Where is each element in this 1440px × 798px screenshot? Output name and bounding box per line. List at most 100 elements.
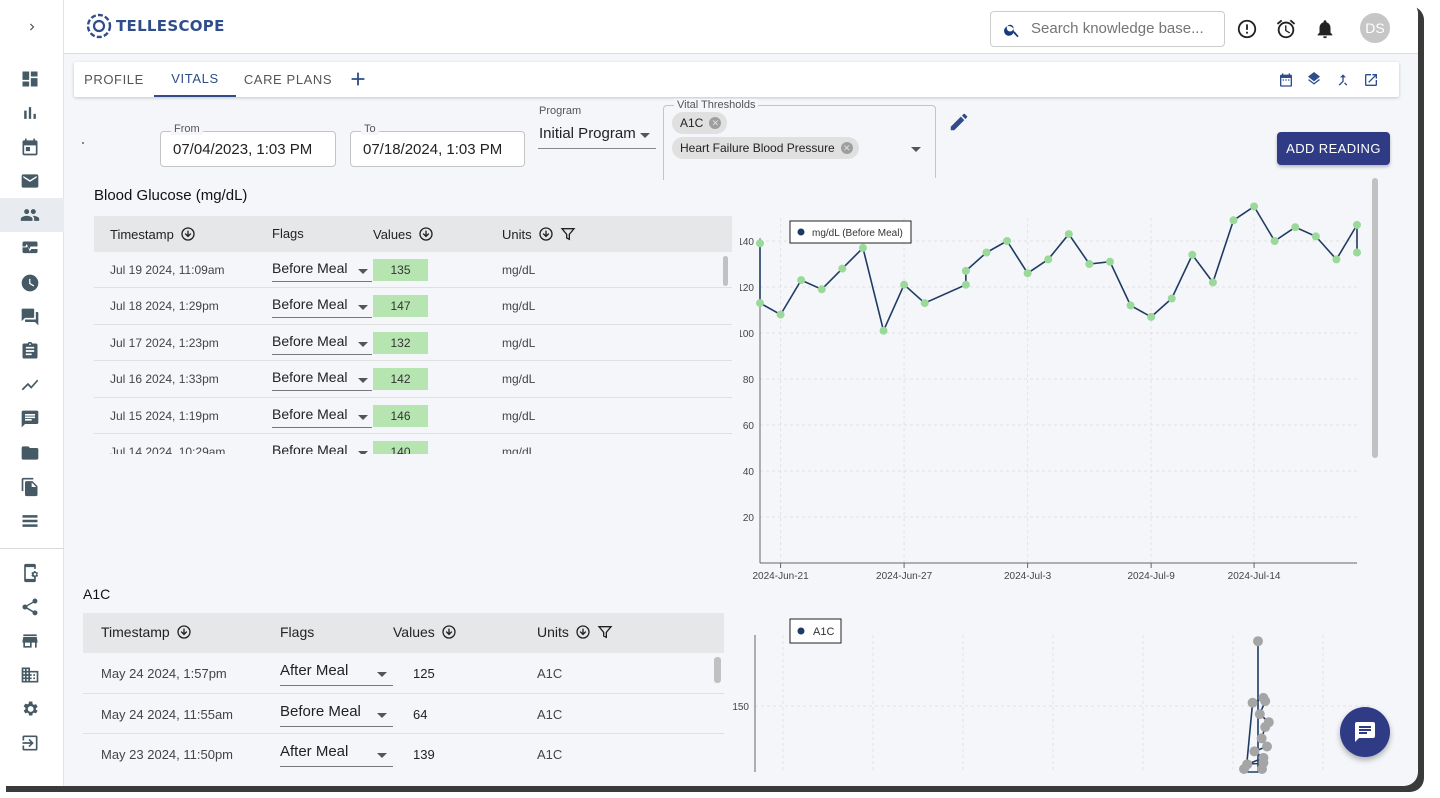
data-point[interactable] xyxy=(961,280,970,289)
data-point[interactable] xyxy=(858,243,867,252)
search-box[interactable] xyxy=(990,11,1225,47)
data-point[interactable] xyxy=(1257,764,1267,774)
phone-settings-icon[interactable] xyxy=(20,563,40,583)
flag-select[interactable]: Before Meal xyxy=(272,260,372,282)
flag-select[interactable]: After Meal xyxy=(280,662,393,686)
store-icon[interactable] xyxy=(20,631,40,651)
threshold-chip-a1c[interactable]: A1C ✕ xyxy=(672,112,728,134)
tab-care-plans[interactable]: CARE PLANS xyxy=(236,62,340,97)
list-icon[interactable] xyxy=(20,511,40,531)
data-point[interactable] xyxy=(1085,260,1094,268)
sort-icon[interactable] xyxy=(180,226,196,242)
sort-icon[interactable] xyxy=(538,226,554,242)
flag-select[interactable]: Before Meal xyxy=(272,442,372,454)
table-row[interactable]: Jul 14 2024, 10:29am Before Meal 140 mg/dL xyxy=(94,434,732,454)
table-row[interactable]: Jul 17 2024, 1:23pm Before Meal 132 mg/dL xyxy=(94,325,732,362)
flag-select[interactable]: Before Meal xyxy=(280,703,393,727)
logout-icon[interactable] xyxy=(20,733,40,753)
sort-icon[interactable] xyxy=(575,624,591,640)
data-point[interactable] xyxy=(1044,255,1053,264)
table-row[interactable]: Jul 16 2024, 1:33pm Before Meal 142 mg/dL xyxy=(94,361,732,398)
clock-icon[interactable] xyxy=(20,273,40,293)
data-point[interactable] xyxy=(776,310,785,319)
threshold-chip-heart-failure[interactable]: Heart Failure Blood Pressure ✕ xyxy=(672,137,859,159)
data-point[interactable] xyxy=(1353,248,1361,257)
chip-remove-icon[interactable]: ✕ xyxy=(840,142,853,154)
data-point[interactable] xyxy=(756,239,764,248)
notifications-bell-icon[interactable] xyxy=(1314,18,1336,40)
data-point[interactable] xyxy=(1229,216,1238,225)
col-values[interactable]: Values xyxy=(393,624,457,640)
layers-icon[interactable] xyxy=(1306,72,1322,88)
data-point[interactable] xyxy=(1311,232,1320,241)
data-point[interactable] xyxy=(1270,237,1279,245)
col-values[interactable]: Values xyxy=(373,226,434,242)
edit-pencil-icon[interactable] xyxy=(948,111,970,133)
data-point[interactable] xyxy=(1003,237,1012,245)
data-point[interactable] xyxy=(920,299,929,308)
add-reading-button[interactable]: ADD READING xyxy=(1277,132,1390,165)
data-point[interactable] xyxy=(1332,255,1341,264)
flag-select[interactable]: Before Meal xyxy=(272,406,372,428)
add-tab-plus-icon[interactable] xyxy=(347,68,369,90)
table-row[interactable]: Jul 15 2024, 1:19pm Before Meal 146 mg/dL xyxy=(94,398,732,434)
open-external-icon[interactable] xyxy=(1363,72,1379,88)
glucose-table-scrollbar[interactable] xyxy=(723,256,728,286)
table-row[interactable]: Jul 18 2024, 1:29pm Before Meal 147 mg/dL xyxy=(94,288,732,325)
alert-icon[interactable] xyxy=(1236,18,1258,40)
data-point[interactable] xyxy=(1208,278,1217,287)
vital-thresholds-select[interactable]: Vital Thresholds A1C ✕ Heart Failure Blo… xyxy=(663,99,936,180)
data-point[interactable] xyxy=(961,266,970,275)
data-point[interactable] xyxy=(1353,220,1361,229)
sort-icon[interactable] xyxy=(418,226,434,242)
tab-vitals[interactable]: VITALS xyxy=(154,62,236,97)
data-point[interactable] xyxy=(1064,230,1073,239)
chart-panel-scrollbar[interactable] xyxy=(1372,178,1378,458)
logo[interactable]: TELLESCOPE xyxy=(86,13,225,39)
sort-icon[interactable] xyxy=(176,624,192,640)
filter-icon[interactable] xyxy=(597,624,613,640)
chip-remove-icon[interactable]: ✕ xyxy=(709,117,722,129)
col-units[interactable]: Units xyxy=(502,226,576,242)
data-point[interactable] xyxy=(1249,746,1260,757)
to-date-field[interactable]: To 07/18/2024, 1:03 PM xyxy=(350,123,525,167)
filter-icon[interactable] xyxy=(560,226,576,242)
table-row[interactable]: May 24 2024, 1:57pm After Meal 125 A1C xyxy=(83,653,724,694)
merge-icon[interactable] xyxy=(1335,72,1351,88)
data-point[interactable] xyxy=(1126,301,1135,310)
tab-profile[interactable]: PROFILE xyxy=(74,62,154,97)
calendar-view-icon[interactable] xyxy=(1278,72,1294,88)
data-point[interactable] xyxy=(1260,696,1271,707)
flag-select[interactable]: Before Meal xyxy=(272,333,372,355)
table-row[interactable]: May 23 2024, 11:50pm After Meal 139 A1C xyxy=(83,734,724,773)
mail-icon[interactable] xyxy=(20,171,40,191)
data-point[interactable] xyxy=(1262,741,1272,752)
bar-chart-icon[interactable] xyxy=(20,103,40,123)
folder-icon[interactable] xyxy=(20,443,40,463)
data-point[interactable] xyxy=(817,285,826,294)
data-point[interactable] xyxy=(1239,764,1249,774)
data-point[interactable] xyxy=(1260,722,1271,733)
data-point[interactable] xyxy=(838,264,847,273)
data-point[interactable] xyxy=(797,276,806,285)
data-point[interactable] xyxy=(1147,312,1156,321)
clipboard-icon[interactable] xyxy=(20,341,40,361)
data-point[interactable] xyxy=(1247,697,1258,708)
dashboard-icon[interactable] xyxy=(20,69,40,89)
data-point[interactable] xyxy=(1250,202,1259,211)
vitals-icon[interactable] xyxy=(20,239,40,259)
search-input[interactable] xyxy=(1031,20,1216,37)
data-point[interactable] xyxy=(1291,223,1300,232)
data-point[interactable] xyxy=(1253,636,1263,647)
alarm-icon[interactable] xyxy=(1275,18,1297,40)
files-icon[interactable] xyxy=(20,477,40,497)
flag-select[interactable]: Before Meal xyxy=(272,296,372,319)
data-point[interactable] xyxy=(1105,257,1114,266)
data-point[interactable] xyxy=(756,299,764,308)
data-point[interactable] xyxy=(982,248,991,257)
col-units[interactable]: Units xyxy=(537,624,613,640)
data-point[interactable] xyxy=(1254,709,1265,720)
flag-select[interactable]: Before Meal xyxy=(272,369,372,392)
flag-select[interactable]: After Meal xyxy=(280,743,393,767)
data-point[interactable] xyxy=(1167,294,1176,303)
